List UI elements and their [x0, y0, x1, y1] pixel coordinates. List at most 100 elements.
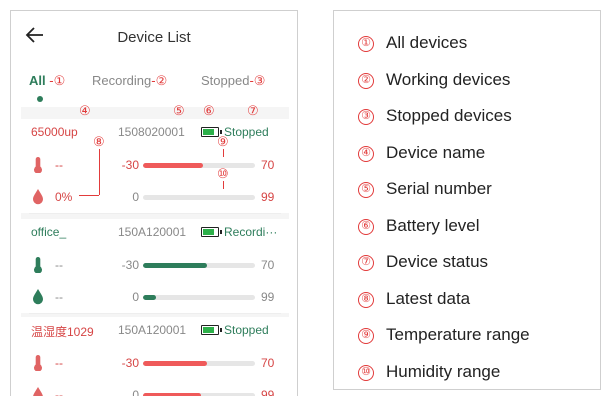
- temperature-max: 70: [261, 356, 275, 370]
- tab-recording-label: Recording: [92, 73, 152, 88]
- temperature-min: -30: [121, 356, 139, 370]
- legend-item: ⑧ Latest data: [358, 289, 470, 313]
- marker-3: ③: [253, 73, 266, 88]
- temperature-range-bar: [143, 163, 255, 168]
- marker-8: ⑧: [93, 134, 105, 149]
- annotation-leader-line: [223, 149, 224, 157]
- annotation-leader-line: [79, 195, 99, 196]
- water-drop-icon: [33, 387, 43, 396]
- water-drop-icon: [33, 289, 43, 305]
- device-status: Stopped: [224, 323, 269, 337]
- tab-stopped-label: Stopped: [201, 73, 250, 88]
- marker-5: ⑤: [173, 103, 185, 118]
- device-list: ④ ⑤ ⑥ ⑦ 65000up 1508020001 Stopped -- -3…: [21, 103, 289, 396]
- tab-recording[interactable]: Recording-②: [92, 73, 167, 89]
- temperature-range-bar: [143, 263, 255, 268]
- legend-number: ①: [358, 36, 374, 52]
- humidity-min: 0: [132, 388, 139, 396]
- device-card[interactable]: 温湿度1029 150A120001 Stopped -- -30 70 -- …: [21, 317, 289, 396]
- battery-icon: [201, 325, 222, 335]
- battery-fill: [203, 327, 214, 333]
- device-header-row: office_ 150A120001 Recordi···: [21, 221, 289, 243]
- serial-number: 150A120001: [118, 225, 187, 239]
- thermometer-icon: [34, 355, 42, 371]
- humidity-latest: --: [55, 388, 63, 396]
- temperature-range-fill: [143, 163, 204, 168]
- device-card[interactable]: 65000up 1508020001 Stopped -- -30 70 0% …: [21, 119, 289, 213]
- legend-text: Temperature range: [386, 325, 530, 344]
- legend-item: ② Working devices: [358, 70, 510, 94]
- marker-10: ⑩: [217, 166, 229, 181]
- legend-item: ⑩ Humidity range: [358, 362, 500, 386]
- temperature-max: 70: [261, 258, 275, 272]
- thermometer-icon: [34, 157, 42, 173]
- humidity-range-bar: [143, 295, 255, 300]
- legend-number: ⑧: [358, 291, 374, 308]
- marker-7: ⑦: [247, 103, 259, 118]
- humidity-row: -- 0 99: [21, 383, 289, 396]
- temperature-latest: --: [55, 258, 63, 272]
- legend-number: ⑤: [358, 182, 374, 198]
- marker-1: ①: [53, 73, 66, 88]
- battery-fill: [203, 129, 214, 135]
- temperature-range-bar: [143, 361, 255, 366]
- device-status: Stopped: [224, 125, 269, 139]
- legend-text: Battery level: [386, 215, 480, 235]
- tab-all-label: All: [29, 73, 46, 88]
- device-card[interactable]: office_ 150A120001 Recordi··· -- -30 70 …: [21, 219, 289, 313]
- marker-9: ⑨: [217, 134, 229, 149]
- device-name: 65000up: [31, 125, 78, 139]
- tab-bar: All -① Recording-② Stopped-③: [29, 73, 297, 93]
- tab-all[interactable]: All -①: [29, 73, 65, 89]
- humidity-latest: 0%: [55, 190, 73, 204]
- legend-text: Device status: [386, 252, 489, 271]
- temperature-row: -- -30 70: [21, 253, 289, 275]
- legend-number: ⑩: [358, 364, 374, 381]
- tab-stopped[interactable]: Stopped-③: [201, 73, 265, 89]
- device-header-row: 65000up 1508020001 Stopped: [21, 121, 289, 143]
- temperature-range-fill: [143, 263, 207, 268]
- humidity-range-fill: [143, 295, 157, 300]
- legend-number: ②: [358, 72, 374, 89]
- annotation-leader-line: [99, 149, 100, 195]
- legend-item: ⑨ Temperature range: [358, 325, 530, 349]
- marker-2: ②: [155, 73, 168, 88]
- humidity-max: 99: [261, 190, 275, 204]
- humidity-max: 99: [261, 388, 275, 396]
- temperature-min: -30: [121, 258, 139, 272]
- legend-number: ④: [358, 145, 374, 162]
- humidity-range-bar: [143, 195, 255, 200]
- temperature-row: -- -30 70: [21, 153, 289, 175]
- marker-6: ⑥: [203, 103, 215, 118]
- thermometer-icon: [34, 257, 42, 273]
- legend-text: Working devices: [386, 69, 511, 89]
- temperature-row: -- -30 70: [21, 351, 289, 373]
- annotation-leader-line: [223, 181, 224, 189]
- legend-text: Humidity range: [386, 361, 501, 381]
- legend-item: ④ Device name: [358, 143, 485, 167]
- serial-number: 1508020001: [118, 125, 185, 139]
- legend-number: ③: [358, 109, 374, 125]
- legend-item: ③ Stopped devices: [358, 106, 512, 130]
- water-drop-icon: [33, 189, 43, 205]
- legend-text: Latest data: [386, 288, 471, 308]
- temperature-range-fill: [143, 361, 207, 366]
- humidity-row: -- 0 99: [21, 285, 289, 307]
- humidity-latest: --: [55, 290, 63, 304]
- temperature-max: 70: [261, 158, 275, 172]
- page-title: Device List: [117, 29, 191, 46]
- humidity-row: 0% 0 99: [21, 185, 289, 207]
- marker-4: ④: [79, 103, 91, 118]
- device-name: 温湿度1029: [31, 325, 94, 339]
- temperature-latest: --: [55, 158, 63, 172]
- legend-number: ⑦: [358, 255, 374, 271]
- legend-number: ⑨: [358, 328, 374, 344]
- device-name: office_: [31, 225, 67, 239]
- battery-icon: [201, 227, 222, 237]
- temperature-latest: --: [55, 356, 63, 370]
- battery-fill: [203, 229, 214, 235]
- legend-item: ⑥ Battery level: [358, 216, 480, 240]
- card-divider: [29, 313, 281, 314]
- card-divider: [29, 213, 281, 214]
- legend-number: ⑥: [358, 218, 374, 235]
